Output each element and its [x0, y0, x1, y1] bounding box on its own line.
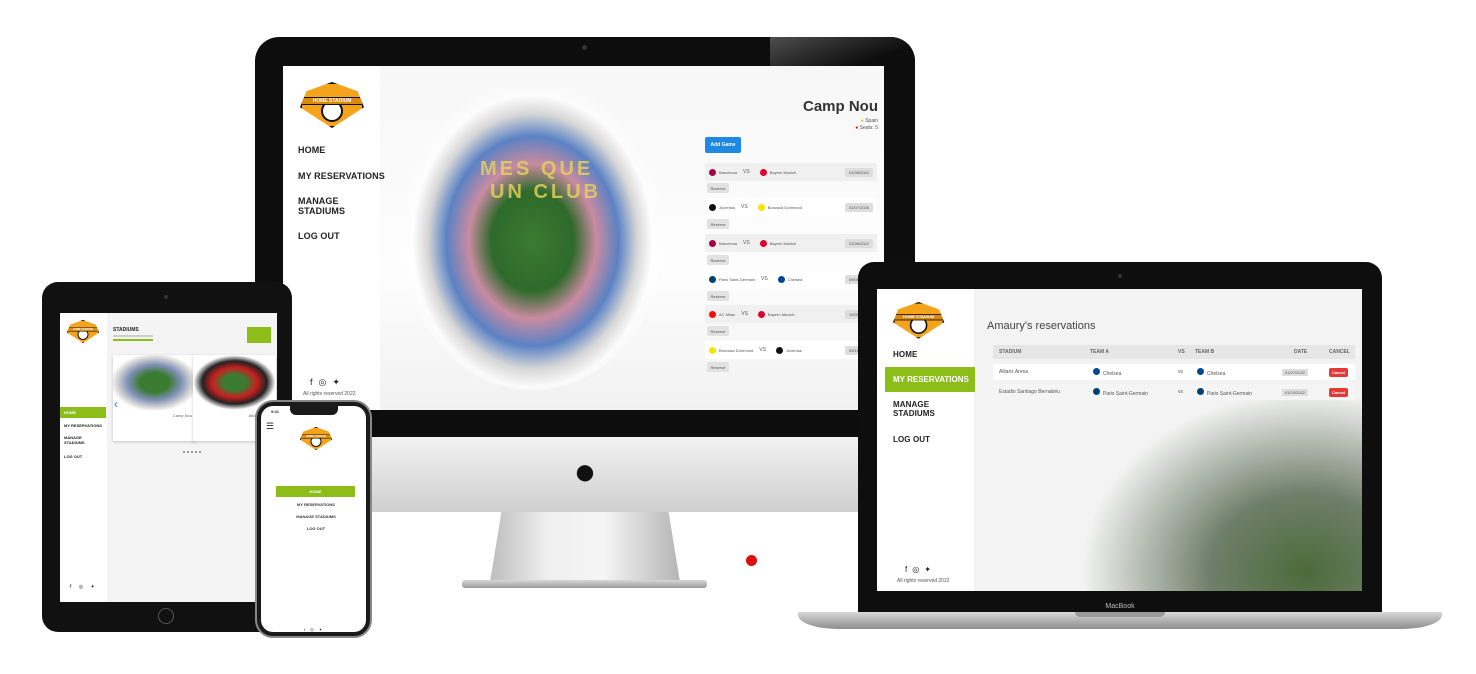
imac-foot: [462, 580, 707, 588]
cancel-button[interactable]: Cancel: [1329, 388, 1348, 397]
laptop-logo: HOME STADIUM: [893, 302, 945, 339]
col-team-b: TEAM B: [1195, 349, 1215, 355]
tablet-nav-logout[interactable]: LOG OUT: [64, 454, 82, 459]
tablet-nav-manage[interactable]: MANAGE STADIUMS: [64, 435, 85, 445]
tablet-nav-reservations[interactable]: MY RESERVATIONS: [64, 423, 102, 428]
reserve-button[interactable]: Reserve: [707, 255, 729, 265]
nav-my-reservations[interactable]: MY RESERVATIONS: [298, 171, 385, 181]
carousel-dots[interactable]: [183, 451, 203, 453]
nav-home[interactable]: HOME: [298, 145, 325, 155]
twitter-icon[interactable]: ✦: [332, 377, 346, 387]
reserve-button[interactable]: Reserve: [707, 183, 729, 193]
table-row: Allianz Arena Chelsea vs Chelsea 01/07/2…: [993, 364, 1355, 380]
game-row: Barcelona VS Bayern Munich 21/06/2022: [705, 234, 877, 252]
reserve-button[interactable]: Reserve: [707, 362, 729, 372]
date-field[interactable]: 01/10/2022: [1282, 388, 1309, 396]
status-time: 9:41: [271, 409, 280, 414]
reserve-button[interactable]: Reserve: [707, 326, 729, 336]
iphone-notch: [290, 405, 338, 415]
tablet-social-icons[interactable]: f ◎ ✦: [70, 584, 98, 590]
mobile-social-icons[interactable]: f ◎ ✦: [304, 627, 324, 632]
date-field[interactable]: 01/08/2022: [844, 167, 873, 177]
footer-rights: All rights reserved 2022: [303, 391, 356, 397]
stadium-banner: MES QUE UN CLUB: [480, 158, 601, 203]
ipad-camera: [164, 295, 168, 299]
laptop-social-icons[interactable]: f◎✦: [905, 565, 936, 574]
macbook-camera: [1118, 274, 1122, 278]
brand-logo: HOME STADIUM: [300, 82, 364, 132]
cancel-button[interactable]: Cancel: [1329, 368, 1348, 377]
mobile-logo: HOME STADIUM: [300, 427, 332, 450]
reserve-button[interactable]: Reserve: [707, 291, 729, 301]
tablet-logo: HOME STADIUM: [67, 320, 99, 343]
tablet-subtitle: [113, 335, 153, 337]
nav-manage-stadiums[interactable]: MANAGE STADIUMS: [298, 196, 345, 216]
game-row: Juventus VS Borussia Dortmund 01/07/2026: [705, 198, 877, 216]
macbook-label: MacBook: [1105, 603, 1135, 610]
mobile-nav-reservations[interactable]: MY RESERVATIONS: [266, 502, 366, 507]
stadium-image: [400, 80, 665, 390]
imac-camera: [582, 45, 587, 50]
tablet-nav-home[interactable]: HOME: [60, 407, 106, 418]
col-stadium: STADIUM: [999, 349, 1022, 355]
decorative-dot: [746, 555, 757, 566]
laptop-nav-home[interactable]: HOME: [893, 350, 917, 359]
stadium-background: [1080, 390, 1362, 591]
stadium-title: Camp Nou: [803, 98, 878, 115]
table-row: Estadio Santiago Bernabéu Paris Saint-Ge…: [993, 384, 1355, 400]
facebook-icon[interactable]: f: [310, 377, 319, 387]
laptop-nav-logout[interactable]: LOG OUT: [893, 435, 930, 444]
game-row: AC MilanVSBayern Munich10/09/2022: [705, 305, 877, 323]
add-game-button[interactable]: Add Game: [705, 137, 741, 153]
date-field[interactable]: 21/06/2022: [844, 238, 873, 248]
col-team-a: TEAM A: [1090, 349, 1109, 355]
seats-icon: ●: [855, 125, 859, 131]
ipad-home-button[interactable]: [158, 608, 174, 624]
laptop-rights: All rights reserved 2022: [897, 578, 950, 584]
instagram-icon[interactable]: ◎: [319, 377, 333, 387]
game-row: Borussia DortmundVSJuventus09/10/2022: [705, 341, 877, 359]
macbook-notch: [1075, 612, 1165, 617]
menu-icon[interactable]: ☰: [266, 421, 274, 432]
laptop-nav-my-reservations[interactable]: MY RESERVATIONS: [885, 367, 975, 392]
col-vs: VS: [1178, 349, 1185, 355]
date-field[interactable]: 01/07/2026: [844, 202, 873, 212]
tablet-title: STADIUMS: [113, 327, 139, 333]
stadium-card[interactable]: Camp Nou: [113, 355, 196, 441]
apple-logo-icon: ●: [573, 451, 597, 493]
location-icon: ●: [860, 118, 864, 124]
tablet-add-button[interactable]: [247, 327, 271, 343]
laptop-nav-manage[interactable]: MANAGE STADIUMS: [893, 400, 935, 418]
reservations-title: Amaury's reservations: [987, 320, 1096, 332]
tablet-subtitle-accent: [113, 339, 153, 341]
mobile-nav-logout[interactable]: LOG OUT: [266, 526, 366, 531]
mobile-nav-home[interactable]: HOME: [276, 486, 355, 497]
mobile-nav-manage[interactable]: MANAGE STADIUMS: [266, 514, 366, 519]
stadium-meta: ● Spain ● Seats: 5: [855, 118, 878, 131]
reserve-button[interactable]: Reserve: [707, 219, 729, 229]
col-date: DATE: [1294, 349, 1308, 355]
social-icons[interactable]: f◎✦: [310, 377, 346, 388]
nav-logout[interactable]: LOG OUT: [298, 231, 340, 241]
carousel-prev-icon[interactable]: ‹: [114, 397, 118, 411]
col-cancel: CANCEL: [1329, 349, 1350, 355]
date-field[interactable]: 01/07/2022: [1282, 368, 1309, 376]
imac-stand: [490, 512, 680, 582]
game-row: Paris Saint-GermainVSChelsea09/08/2022: [705, 270, 877, 288]
game-row: Barcelona VS Bayern Munich 01/08/2022: [705, 163, 877, 181]
